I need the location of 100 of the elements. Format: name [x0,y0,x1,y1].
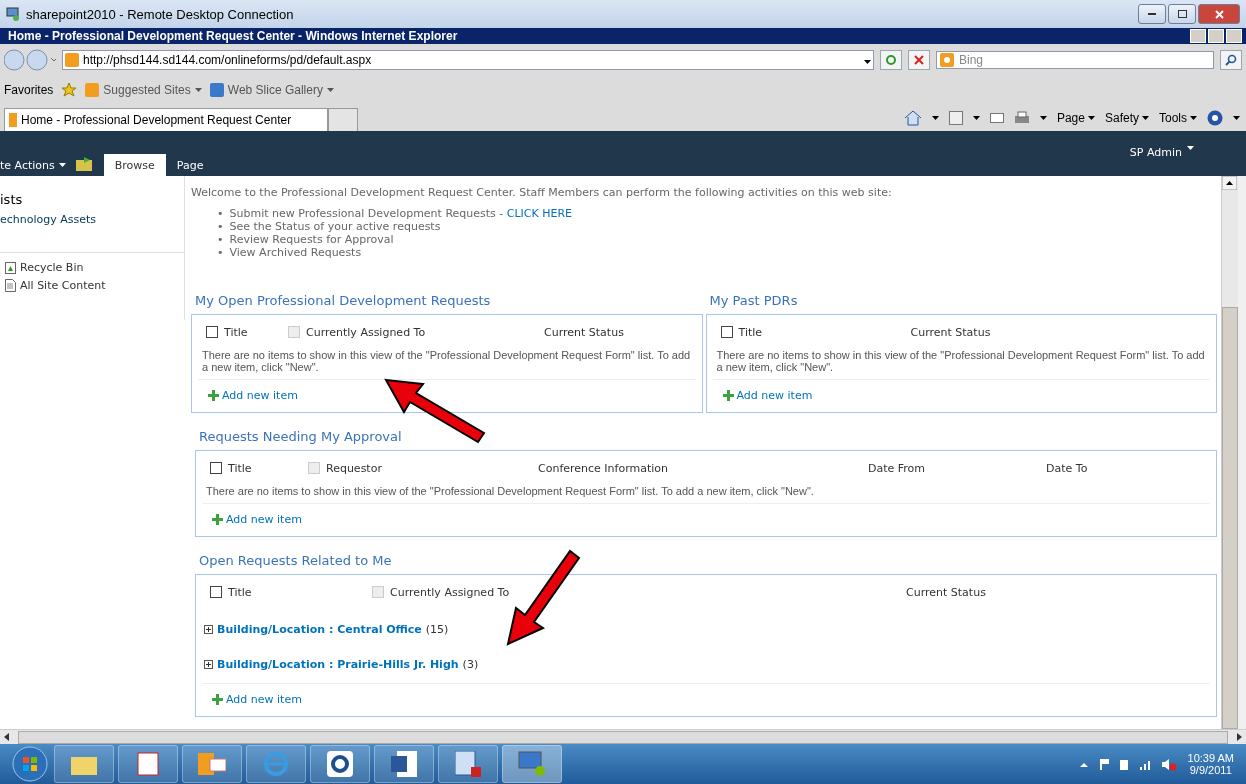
column-header[interactable]: Conference Information [538,461,669,475]
add-item-link[interactable]: Add new item [198,380,696,402]
new-tab-button[interactable] [328,108,359,131]
nav-link[interactable]: echnology Assets [0,213,184,226]
group-count: (15) [425,623,449,636]
group-heading[interactable]: Building/Location : Prairie-Hills Jr. High [217,658,459,671]
column-header[interactable]: Title [738,325,763,339]
recycle-bin-icon [5,261,16,274]
ribbon-tab[interactable]: Page [165,154,215,176]
favorites-button[interactable]: Favorites [4,83,54,97]
caret-icon [1087,115,1095,120]
expand-icon[interactable] [204,660,213,669]
taskbar-app[interactable] [438,745,498,783]
column-header[interactable]: Date From [868,461,926,475]
nav-link[interactable]: All Site Content [20,279,106,292]
column-header[interactable]: Current Status [544,325,624,339]
caret-icon [1233,115,1240,120]
site-icon [85,83,100,97]
column-header[interactable]: Currently Assigned To [390,585,510,599]
minimize-icon [1148,12,1156,16]
maximize-button[interactable] [1168,4,1196,24]
column-header[interactable]: Currently Assigned To [306,325,426,339]
column-header[interactable]: Requestor [326,461,382,475]
caret-icon [326,88,334,92]
bullet-marker: • [217,246,224,259]
document-icon [5,279,16,292]
scroll-up-icon[interactable] [1222,176,1237,190]
ribbon-tab[interactable]: Browse [103,154,166,176]
click-here-link[interactable]: CLICK HERE [506,207,573,220]
column-header[interactable]: Current Status [910,325,991,339]
folder-icon[interactable] [75,157,92,171]
web-part-title[interactable]: Open Requests Related to Me [195,553,1217,574]
bullet-marker: • [217,233,224,246]
browser-tab[interactable]: Home - Professional Development Request Center [4,108,329,131]
refresh-button[interactable] [880,50,902,70]
printer-icon[interactable] [1013,110,1030,125]
help-icon[interactable] [1207,109,1223,126]
checkbox[interactable] [206,326,218,338]
back-forward-icon[interactable] [4,48,56,72]
mail-icon [198,753,226,775]
browser-icon [263,751,289,777]
nav-link[interactable]: Recycle Bin [20,261,84,274]
add-item-link[interactable]: Add new item [202,504,1210,526]
column-header[interactable]: Date To [1046,461,1088,475]
add-item-link[interactable]: Add new item [202,684,1210,706]
add-favorite-icon[interactable] [61,82,78,98]
column-header[interactable]: Current Status [906,585,986,599]
web-part-title[interactable]: Requests Needing My Approval [195,429,1217,450]
window-title: sharepoint2010 - Remote Desktop Connection [26,6,294,22]
clock-date[interactable]: 9/9/2011 [1189,764,1232,776]
caret-icon [864,60,871,64]
checkbox[interactable] [210,586,222,598]
plus-icon [208,390,219,401]
close-icon [914,55,924,65]
favorites-link[interactable]: Web Slice Gallery [209,83,334,97]
checkbox[interactable] [210,462,222,474]
plus-icon [722,390,734,401]
window-title: Home - Professional Development Request Center - Windows Internet Explorer [8,29,458,43]
vertical-scrollbar[interactable] [1221,176,1238,729]
clock-time[interactable]: 10:39 AM [1187,752,1234,764]
bullet-marker: • [217,220,224,233]
column-header[interactable]: Title [224,325,248,339]
taskbar-app[interactable] [374,745,434,783]
taskbar-app[interactable] [182,745,242,783]
checkbox[interactable] [720,326,733,338]
page-icon [9,113,17,127]
address-field[interactable]: http://phsd144.sd144.com/onlineforms/pd/default.aspx [62,50,874,70]
command-menu[interactable]: Safety [1104,110,1149,125]
caret-icon [1142,115,1149,120]
close-icon [1214,9,1224,19]
expand-icon[interactable] [204,625,213,634]
user-menu[interactable]: SP Admin [1129,146,1194,159]
group-heading[interactable]: Building/Location : Central Office [217,623,422,636]
add-item-link[interactable]: Add new item [712,380,1210,402]
search-icon [1225,54,1237,66]
search-button[interactable] [1220,50,1242,70]
site-actions-menu[interactable]: te Actions [0,154,76,176]
caret-icon [972,115,980,120]
favorites-link[interactable]: Suggested Sites [85,83,202,97]
command-menu[interactable]: Tools [1159,110,1197,125]
bullet-text: Review Requests for Approval [229,233,394,246]
bullet-text: Submit new Professional Development Requests - [229,207,505,220]
taskbar-app[interactable] [118,745,178,783]
maximize-icon [1177,10,1187,18]
command-menu[interactable]: Page [1056,110,1095,125]
column-header[interactable]: Title [228,461,252,475]
taskbar-app[interactable] [502,745,562,783]
archive-icon [137,752,159,776]
web-part-title[interactable]: My Open Professional Development Requests [191,293,703,314]
empty-message: There are no items to show in this view of the "Professional Development Request Form" list. To add a new item, click "New". [198,343,696,380]
column-header[interactable]: Title [228,585,252,599]
nav-heading[interactable]: ists [0,192,184,207]
search-field[interactable]: Bing [936,51,1214,69]
taskbar-app[interactable] [310,745,370,783]
horizontal-scrollbar[interactable] [0,729,1246,744]
start-button[interactable] [10,745,50,783]
stop-button[interactable] [908,50,930,70]
web-part-title[interactable]: My Past PDRs [705,293,1217,314]
home-icon[interactable] [903,109,922,126]
mail-icon[interactable] [989,112,1004,123]
